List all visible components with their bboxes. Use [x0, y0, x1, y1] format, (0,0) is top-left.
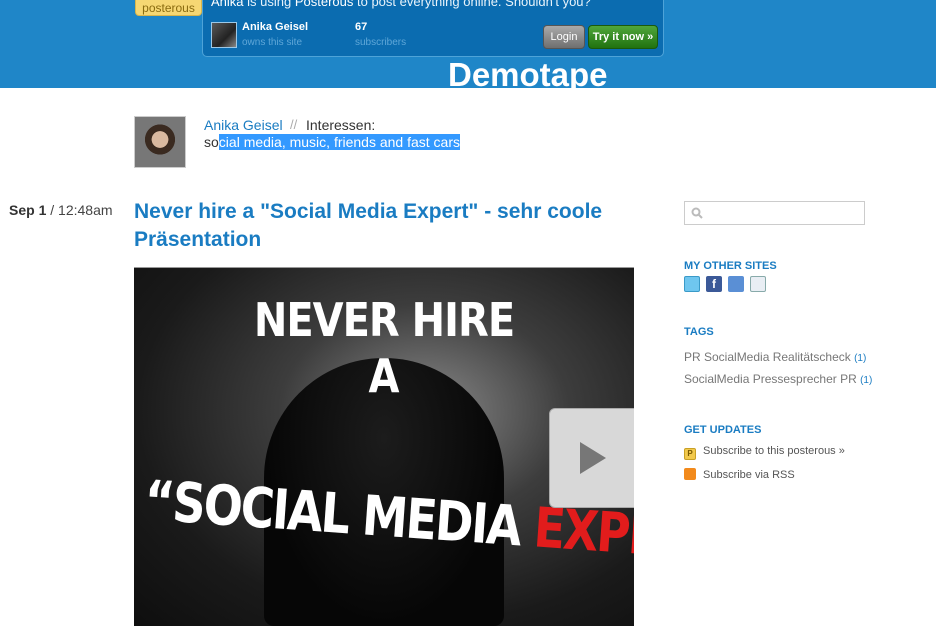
- try-it-now-button[interactable]: Try it now »: [588, 25, 658, 49]
- facebook-icon[interactable]: f: [706, 276, 722, 292]
- twitter-icon[interactable]: [684, 276, 700, 292]
- profile-separator: //: [290, 117, 298, 132]
- posterous-notice-bar: Anika is using Posterous to post everyth…: [202, 0, 664, 57]
- search-box[interactable]: [684, 201, 865, 225]
- tags-heading: TAGS: [684, 326, 714, 338]
- subscriber-count: 67: [355, 21, 368, 33]
- interests-text: so: [204, 134, 219, 150]
- video-player[interactable]: NEVER HIRE A “SOCIAL MEDIA EXPERT”: [134, 267, 634, 626]
- post-date-separator: /: [46, 202, 59, 218]
- my-other-sites-heading: MY OTHER SITES: [684, 260, 777, 272]
- tag-count: (1): [860, 375, 873, 386]
- tag-label[interactable]: PR SocialMedia Realitätscheck: [684, 350, 851, 364]
- login-button[interactable]: Login: [543, 25, 585, 49]
- social-links: f: [684, 276, 766, 292]
- post-title-link[interactable]: Never hire a "Social Media Expert" - seh…: [134, 198, 654, 254]
- owner-name[interactable]: Anika Geisel: [242, 21, 308, 33]
- play-icon: [580, 442, 606, 474]
- play-button[interactable]: [549, 408, 634, 508]
- profile-name-link[interactable]: Anika Geisel: [204, 117, 283, 133]
- friendfeed-icon[interactable]: [728, 276, 744, 292]
- subscribe-posterous-link[interactable]: P Subscribe to this posterous »: [684, 445, 845, 460]
- subscribe-rss-label[interactable]: Subscribe via RSS: [703, 469, 795, 481]
- notice-user: Anika: [211, 0, 244, 9]
- tag-link[interactable]: PR SocialMedia Realitätscheck (1): [684, 350, 866, 364]
- rss-icon: [684, 468, 696, 480]
- site-title[interactable]: Demotape: [448, 56, 608, 88]
- notice-brand-link[interactable]: Posterous: [295, 0, 354, 9]
- post-time[interactable]: 12:48am: [58, 202, 112, 218]
- slide-text-line2: A: [368, 350, 400, 404]
- slide-text-line1: NEVER HIRE: [253, 294, 515, 348]
- notice-middle: is using: [243, 0, 295, 9]
- tag-link[interactable]: SocialMedia Pressesprecher PR (1): [684, 372, 872, 386]
- subscribe-rss-link[interactable]: Subscribe via RSS: [684, 468, 795, 481]
- blog-icon[interactable]: [750, 276, 766, 292]
- posterous-tab[interactable]: posterous: [135, 0, 202, 16]
- post-date[interactable]: Sep 1 / 12:48am: [9, 202, 113, 218]
- owner-avatar[interactable]: [211, 22, 237, 48]
- notice-text: Anika is using Posterous to post everyth…: [211, 0, 591, 9]
- post-date-day[interactable]: Sep 1: [9, 202, 46, 218]
- notice-suffix: to post everything online. Shouldn't you…: [353, 0, 591, 9]
- search-icon: [691, 207, 703, 219]
- subscribe-posterous-label[interactable]: Subscribe to this posterous »: [703, 445, 845, 457]
- posterous-icon: P: [684, 448, 696, 460]
- site-header: posterous Anika is using Posterous to po…: [0, 0, 936, 88]
- profile-interests: social media, music, friends and fast ca…: [204, 134, 461, 150]
- owner-subtitle: owns this site: [242, 37, 303, 48]
- profile-interests-label: Interessen:: [306, 117, 376, 133]
- subscriber-label: subscribers: [355, 37, 407, 48]
- profile-avatar[interactable]: [134, 116, 186, 168]
- get-updates-heading: GET UPDATES: [684, 424, 762, 436]
- tag-label[interactable]: SocialMedia Pressesprecher PR: [684, 372, 857, 386]
- interests-selected-text: cial media, music, friends and fast cars: [218, 134, 461, 150]
- search-input[interactable]: [705, 205, 859, 223]
- tag-count: (1): [854, 353, 867, 364]
